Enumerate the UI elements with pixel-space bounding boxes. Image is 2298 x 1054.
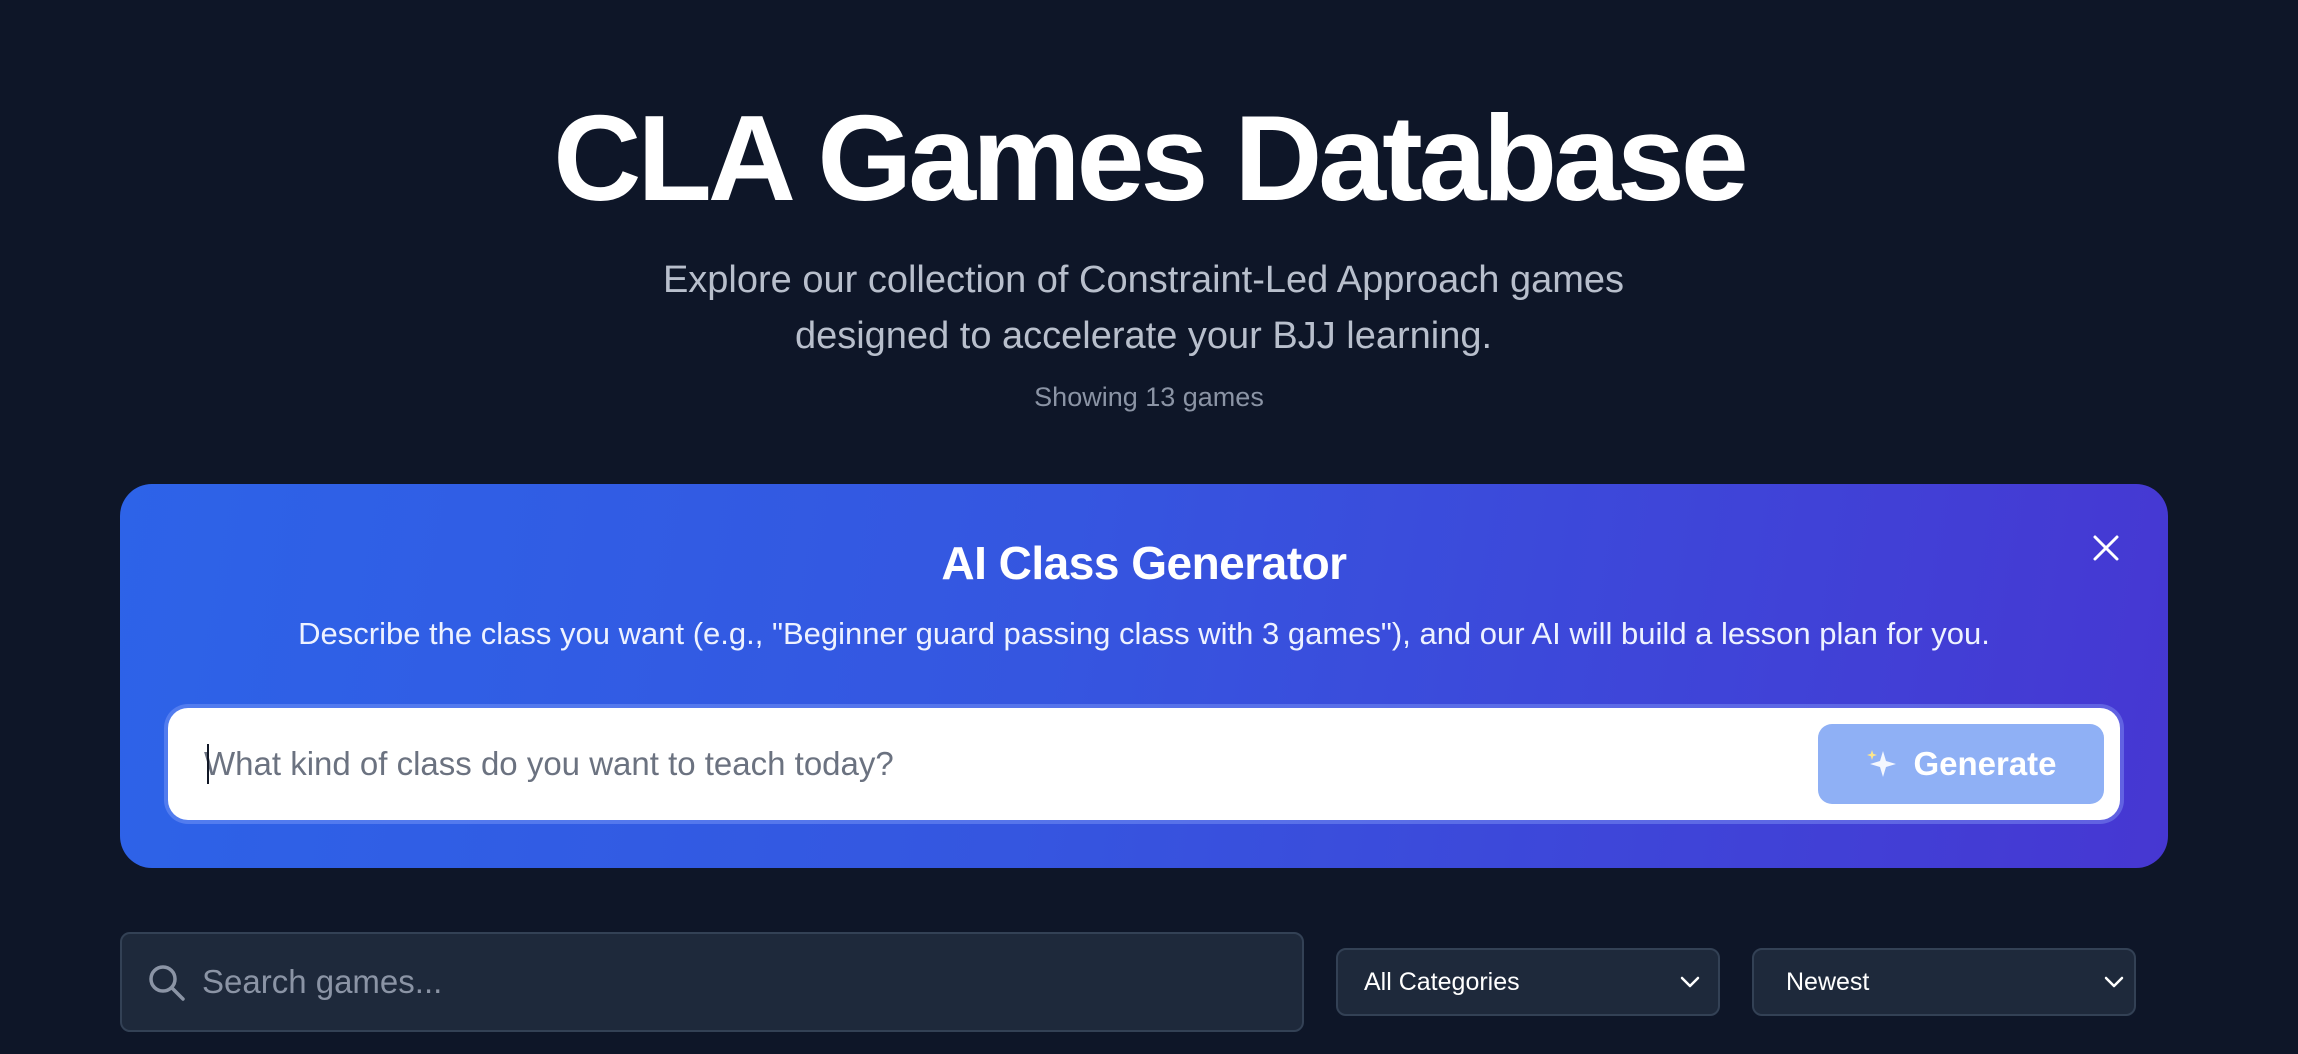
generate-button-label: Generate <box>1913 745 2057 782</box>
search-icon <box>149 965 185 1001</box>
sort-select-value: Newest <box>1786 968 1870 996</box>
results-count: Showing 13 games <box>1034 382 1264 412</box>
ai-generator-title: AI Class Generator <box>941 537 1347 589</box>
sparkles-icon <box>1867 750 1897 777</box>
chevron-down-icon <box>2104 976 2124 988</box>
search-box <box>120 932 1304 1032</box>
text-caret <box>207 744 209 784</box>
search-input[interactable] <box>202 934 1282 1030</box>
category-select[interactable]: All Categories <box>1336 948 1720 1016</box>
class-prompt-box: Generate <box>168 708 2120 820</box>
chevron-down-icon <box>1680 976 1700 988</box>
page-subtitle: Explore our collection of Constraint-Led… <box>662 259 1625 357</box>
category-select-value: All Categories <box>1364 968 1520 996</box>
generate-button[interactable]: Generate <box>1818 724 2104 804</box>
ai-generator-description: Describe the class you want (e.g., "Begi… <box>298 616 1990 651</box>
page: CLA Games Database Explore our collectio… <box>0 0 2298 1054</box>
page-title: CLA Games Database <box>553 90 1748 226</box>
ai-class-generator-panel: AI Class Generator Describe the class yo… <box>120 484 2168 868</box>
class-prompt-input[interactable] <box>204 708 1704 820</box>
sort-select[interactable]: Newest <box>1752 948 2136 1016</box>
